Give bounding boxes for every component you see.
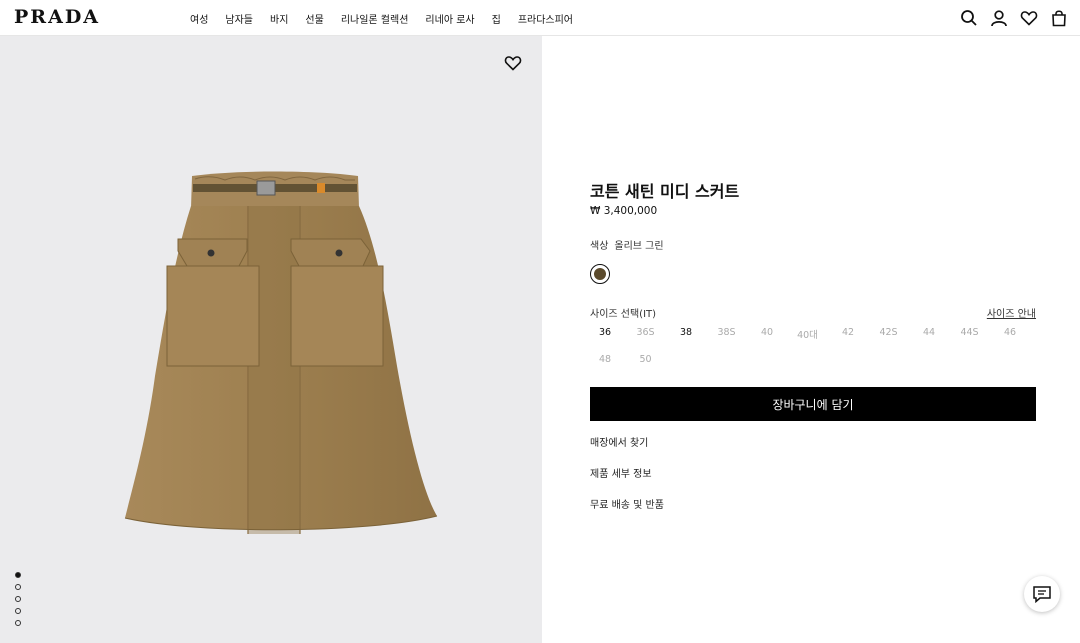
size-option[interactable]: 42 <box>833 327 863 341</box>
color-swatch[interactable] <box>590 264 610 284</box>
size-option[interactable]: 50 <box>631 354 661 365</box>
nav-item-renylon[interactable]: 리나일론 컬렉션 <box>341 11 409 26</box>
gallery-dot[interactable] <box>15 584 21 590</box>
bag-icon[interactable] <box>1050 9 1068 27</box>
size-option[interactable]: 46 <box>995 327 1025 341</box>
wishlist-icon[interactable] <box>1020 9 1038 27</box>
size-option[interactable]: 38S <box>712 327 742 341</box>
size-option[interactable]: 44S <box>955 327 985 341</box>
nav-item-pradasphere[interactable]: 프라다스피어 <box>518 11 573 26</box>
gallery-dot[interactable] <box>15 572 21 578</box>
size-label: 사이즈 선택(IT) <box>590 309 657 320</box>
gallery-dot[interactable] <box>15 620 21 626</box>
account-icon[interactable] <box>990 9 1008 27</box>
size-option[interactable]: 42S <box>874 327 904 341</box>
size-option[interactable]: 38 <box>671 327 701 341</box>
add-to-cart-button[interactable]: 장바구니에 담기 <box>590 387 1036 421</box>
product-gallery <box>0 36 542 643</box>
size-option[interactable]: 36S <box>631 327 661 341</box>
size-guide-link[interactable]: 사이즈 안내 <box>987 305 1036 320</box>
size-options: 36 36S 38 38S 40 40대 42 42S 44 44S 46 48… <box>590 327 1036 365</box>
nav-item-men[interactable]: 남자들 <box>225 11 253 26</box>
heart-icon[interactable] <box>504 54 522 72</box>
size-option[interactable]: 44 <box>914 327 944 341</box>
swatch-fill <box>594 268 606 280</box>
product-links: 매장에서 찾기 제품 세부 정보 무료 배송 및 반품 <box>590 434 664 511</box>
nav-item-linea-rossa[interactable]: 리네아 로사 <box>425 11 474 26</box>
nav-item-home[interactable]: 집 <box>492 11 501 26</box>
search-icon[interactable] <box>960 9 978 27</box>
product-details-link[interactable]: 제품 세부 정보 <box>590 465 664 480</box>
product-price: ₩ 3,400,000 <box>590 205 658 217</box>
find-in-store-link[interactable]: 매장에서 찾기 <box>590 434 664 449</box>
nav-item-pants[interactable]: 바지 <box>270 11 288 26</box>
size-option[interactable]: 40 <box>752 327 782 341</box>
size-option[interactable]: 40대 <box>793 327 823 341</box>
gallery-pagination <box>15 572 21 626</box>
nav-item-women[interactable]: 여성 <box>190 11 208 26</box>
size-option[interactable]: 48 <box>590 354 620 365</box>
color-name: 올리브 그린 <box>614 241 664 252</box>
chat-icon[interactable] <box>1024 576 1060 612</box>
prada-logo[interactable]: PRADA <box>14 6 100 28</box>
product-image <box>124 171 438 534</box>
gallery-dot[interactable] <box>15 608 21 614</box>
header-icons <box>960 9 1068 27</box>
color-info: 색상 올리브 그린 <box>590 237 664 252</box>
size-option[interactable]: 36 <box>590 327 620 341</box>
gallery-dot[interactable] <box>15 596 21 602</box>
shipping-returns-link[interactable]: 무료 배송 및 반품 <box>590 496 664 511</box>
site-header: PRADA 여성 남자들 바지 선물 리나일론 컬렉션 리네아 로사 집 프라다… <box>0 0 1080 36</box>
nav-item-gifts[interactable]: 선물 <box>305 11 323 26</box>
product-title: 코튼 새틴 미디 스커트 <box>590 182 740 201</box>
color-label: 색상 <box>590 241 609 252</box>
main-nav: 여성 남자들 바지 선물 리나일론 컬렉션 리네아 로사 집 프라다스피어 <box>190 11 573 26</box>
